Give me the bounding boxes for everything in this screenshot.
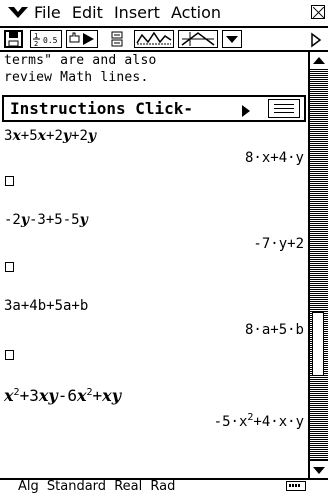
geometry-icon[interactable] bbox=[178, 30, 218, 48]
scroll-thumb[interactable] bbox=[312, 312, 324, 376]
floppy-disk-icon[interactable] bbox=[4, 30, 24, 48]
status-bar: Alg Standard Real Rad bbox=[0, 478, 328, 493]
empty-input-box[interactable] bbox=[5, 176, 14, 186]
math-result-3: 8·a+5·b bbox=[244, 322, 304, 338]
empty-input-box[interactable] bbox=[5, 350, 14, 360]
status-standard[interactable]: Standard bbox=[47, 479, 106, 494]
chevron-right-icon bbox=[242, 102, 250, 121]
battery-icon bbox=[286, 481, 306, 491]
chevron-right-icon[interactable] bbox=[308, 31, 324, 49]
math-result-2: -7·y+2 bbox=[253, 236, 304, 252]
svg-text:2: 2 bbox=[34, 40, 38, 48]
math-input-1[interactable]: 3x+5x+2y+2y bbox=[4, 126, 96, 146]
menu-file[interactable]: File bbox=[34, 3, 61, 22]
fraction-decimal-icon[interactable]: 1 2 0.5 bbox=[30, 30, 62, 48]
pointer-run-icon[interactable] bbox=[66, 30, 98, 48]
status-real[interactable]: Real bbox=[114, 479, 142, 494]
menu-edit[interactable]: Edit bbox=[72, 3, 103, 22]
split-view-icon[interactable] bbox=[108, 30, 130, 48]
empty-input-box[interactable] bbox=[5, 262, 14, 272]
math-input-3[interactable]: 3a+4b+5a+b bbox=[4, 296, 88, 316]
instructions-bar[interactable]: Instructions Click- bbox=[2, 95, 306, 122]
scroll-up-arrow-icon[interactable] bbox=[310, 52, 328, 70]
menu-bar: File Edit Insert Action bbox=[0, 0, 328, 28]
menu-action[interactable]: Action bbox=[171, 3, 221, 22]
math-input-4[interactable]: x2+3xy-6x2+xy bbox=[4, 386, 121, 406]
menu-insert[interactable]: Insert bbox=[114, 3, 160, 22]
graph-icon[interactable] bbox=[134, 30, 174, 48]
status-rad[interactable]: Rad bbox=[150, 479, 175, 494]
math-result-4: -5·x2+4·x·y bbox=[213, 412, 304, 431]
document-icon[interactable] bbox=[268, 99, 300, 118]
math-input-2[interactable]: -2y-3+5-5y bbox=[4, 210, 88, 230]
close-icon[interactable] bbox=[311, 5, 325, 19]
status-alg[interactable]: Alg bbox=[18, 479, 39, 494]
instructions-label: Instructions Click- bbox=[10, 99, 194, 118]
toolbar: 1 2 0.5 bbox=[0, 28, 328, 52]
intro-text-line-2: review Math lines. bbox=[4, 70, 149, 85]
svg-text:0.5: 0.5 bbox=[43, 36, 58, 45]
scroll-down-arrow-icon[interactable] bbox=[310, 460, 328, 478]
main-application-area: terms" are and also review Math lines. I… bbox=[0, 52, 310, 478]
intro-text-line-1: terms" are and also bbox=[4, 53, 157, 68]
calculator-screen: File Edit Insert Action 1 2 0.5 terms" a… bbox=[0, 0, 328, 493]
vertical-scrollbar[interactable] bbox=[310, 52, 328, 478]
math-result-1: 8·x+4·y bbox=[244, 150, 304, 166]
chevron-down-icon[interactable] bbox=[8, 0, 28, 26]
chevron-down-icon[interactable] bbox=[222, 30, 242, 48]
